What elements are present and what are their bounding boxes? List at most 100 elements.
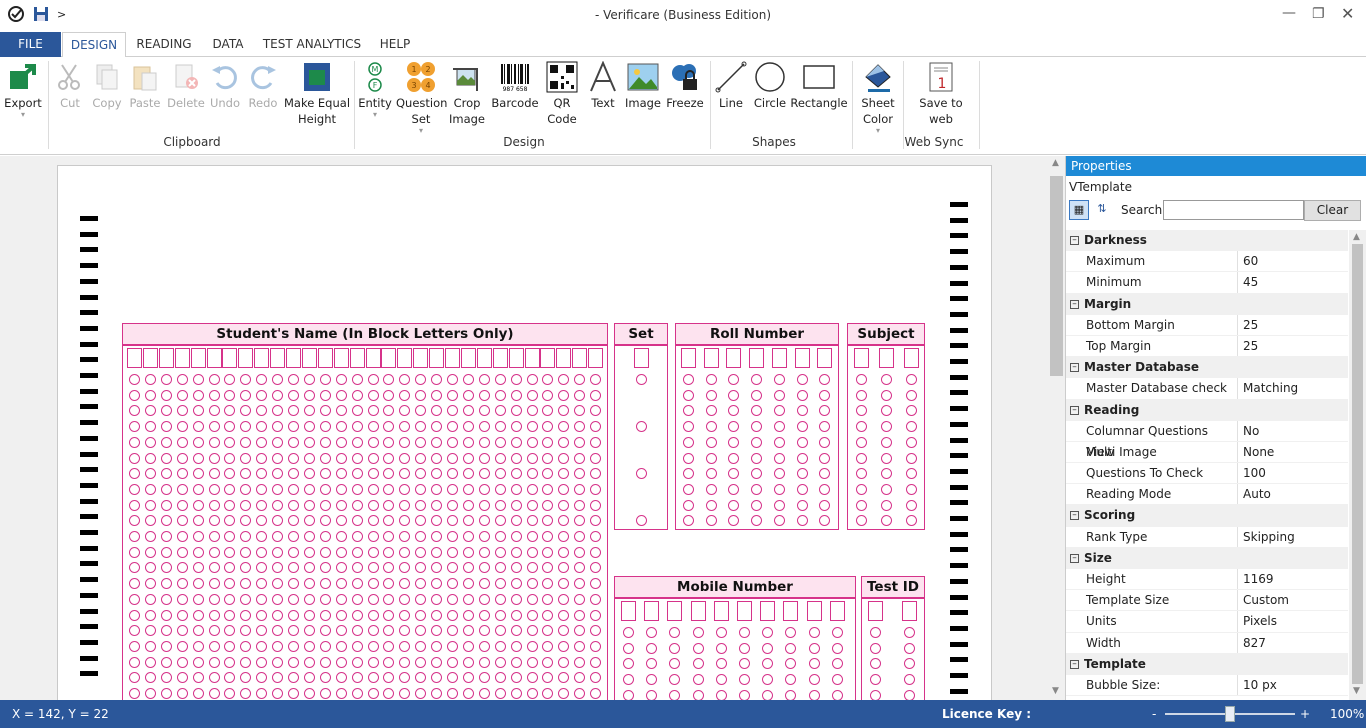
scroll-up-icon[interactable]: ▲ <box>1353 232 1360 242</box>
collapse-icon[interactable]: – <box>1070 659 1079 669</box>
property-value[interactable]: Custom <box>1243 590 1289 610</box>
freeze-button[interactable]: Freeze <box>664 61 706 111</box>
sheet-color-button[interactable]: Sheet Color ▾ <box>857 61 899 135</box>
paste-button[interactable]: Paste <box>126 61 164 111</box>
property-row[interactable]: Template Size Custom <box>1066 590 1348 612</box>
property-value[interactable]: None <box>1243 442 1274 462</box>
circle-button[interactable]: Circle <box>752 61 788 111</box>
property-category[interactable]: – Darkness <box>1066 230 1348 252</box>
property-row[interactable]: Rank Type Skipping <box>1066 526 1348 548</box>
property-row[interactable]: Units Pixels <box>1066 611 1348 633</box>
tab-test-analytics[interactable]: TEST ANALYTICS <box>258 32 366 57</box>
entity-button[interactable]: M F Entity ▾ <box>356 61 394 119</box>
copy-button[interactable]: Copy <box>89 61 125 111</box>
categorized-view-icon[interactable]: ▦ <box>1069 200 1089 220</box>
line-button[interactable]: Line <box>713 61 749 111</box>
property-row[interactable]: Width 827 <box>1066 632 1348 654</box>
property-row[interactable]: Questions To Check 100 <box>1066 463 1348 485</box>
property-grid-scrollbar[interactable]: ▲ ▼ <box>1349 230 1366 700</box>
tab-help[interactable]: HELP <box>372 32 418 57</box>
set-field-grid[interactable] <box>614 345 668 530</box>
zoom-slider[interactable] <box>1165 706 1295 722</box>
redo-button[interactable]: Redo <box>245 61 281 111</box>
property-value[interactable]: 60 <box>1243 251 1258 271</box>
property-value[interactable]: Skipping <box>1243 527 1295 547</box>
roll-number-header[interactable]: Roll Number <box>675 323 839 345</box>
property-row[interactable]: Reading Mode Auto <box>1066 484 1348 506</box>
scroll-down-icon[interactable]: ▼ <box>1353 686 1360 696</box>
collapse-icon[interactable]: – <box>1070 553 1079 563</box>
property-row[interactable]: Height 1169 <box>1066 569 1348 591</box>
question-set-button[interactable]: 1 2 3 4 Question Set ▾ <box>396 61 447 135</box>
property-value[interactable]: 45 <box>1243 272 1258 292</box>
text-button[interactable]: Text <box>587 61 619 111</box>
property-value[interactable]: 25 <box>1243 336 1258 356</box>
property-value[interactable]: Auto <box>1243 484 1271 504</box>
zoom-out-button[interactable]: - <box>1152 700 1156 728</box>
close-icon[interactable]: ✕ <box>1341 4 1354 23</box>
mobile-number-header[interactable]: Mobile Number <box>614 576 856 598</box>
set-field-header[interactable]: Set <box>614 323 668 345</box>
property-value[interactable]: 1169 <box>1243 569 1274 589</box>
property-value[interactable]: 10 px <box>1243 675 1277 695</box>
property-category[interactable]: – Scoring <box>1066 505 1348 527</box>
zoom-slider-thumb[interactable] <box>1225 706 1235 722</box>
collapse-icon[interactable]: – <box>1070 511 1079 521</box>
property-value[interactable]: Pixels <box>1243 611 1277 631</box>
property-row[interactable]: Maximum 60 <box>1066 251 1348 273</box>
property-row[interactable]: Minimum 45 <box>1066 272 1348 294</box>
design-canvas[interactable]: Student's Name (In Block Letters Only) S… <box>0 156 1048 700</box>
restore-icon[interactable]: ❐ <box>1312 6 1325 22</box>
property-row[interactable]: Multi Image None <box>1066 441 1348 464</box>
collapse-icon[interactable]: – <box>1070 363 1079 373</box>
property-value[interactable]: 25 <box>1243 315 1258 335</box>
property-row[interactable]: Columnar Questions View No <box>1066 420 1348 459</box>
name-field-header[interactable]: Student's Name (In Block Letters Only) <box>122 323 608 345</box>
property-row[interactable]: Bottom Margin 25 <box>1066 314 1348 336</box>
tab-design[interactable]: DESIGN <box>62 32 126 58</box>
rectangle-button[interactable]: Rectangle <box>790 61 848 111</box>
collapse-icon[interactable]: – <box>1070 405 1079 415</box>
property-value[interactable]: No <box>1243 421 1259 441</box>
image-button[interactable]: Image <box>624 61 662 111</box>
clear-button[interactable]: Clear <box>1304 200 1361 221</box>
property-row[interactable]: Master Database check Matching <box>1066 378 1348 400</box>
property-value[interactable]: Matching <box>1243 378 1298 398</box>
delete-button[interactable]: Delete <box>166 61 206 111</box>
canvas-scrollbar[interactable]: ▲ ▼ <box>1048 156 1065 700</box>
search-input[interactable] <box>1163 200 1304 220</box>
minimize-icon[interactable]: — <box>1282 5 1296 21</box>
scroll-up-icon[interactable]: ▲ <box>1052 158 1059 168</box>
omr-sheet[interactable]: Student's Name (In Block Letters Only) S… <box>57 165 992 700</box>
property-category[interactable]: – Size <box>1066 547 1348 569</box>
property-grid-scrollbar-thumb[interactable] <box>1352 244 1363 684</box>
qr-code-button[interactable]: QR Code <box>544 61 580 127</box>
property-row[interactable]: Bubble Size: 10 px <box>1066 674 1348 697</box>
make-equal-height-button[interactable]: Make Equal Height <box>283 61 351 127</box>
canvas-scrollbar-thumb[interactable] <box>1050 176 1063 376</box>
collapse-icon[interactable]: – <box>1070 236 1079 245</box>
property-value[interactable]: 827 <box>1243 633 1266 653</box>
barcode-button[interactable]: 987 658 Barcode <box>490 61 540 111</box>
property-category[interactable]: – Reading <box>1066 399 1348 421</box>
sort-alpha-icon[interactable]: ⇅ <box>1092 200 1112 220</box>
zoom-in-button[interactable]: + <box>1300 700 1310 728</box>
test-id-header[interactable]: Test ID <box>861 576 925 598</box>
save-to-web-button[interactable]: 1 Save to web <box>914 61 968 127</box>
export-button[interactable]: Export ▾ <box>2 61 44 119</box>
property-category[interactable]: – Margin <box>1066 293 1348 315</box>
tab-file[interactable]: FILE <box>0 32 61 57</box>
cut-button[interactable]: Cut <box>52 61 88 111</box>
crop-image-button[interactable]: Crop Image <box>448 61 486 127</box>
tab-data[interactable]: DATA <box>204 32 252 57</box>
property-value[interactable]: 100 <box>1243 463 1266 483</box>
property-category[interactable]: – Master Database <box>1066 357 1348 379</box>
property-row[interactable]: Top Margin 25 <box>1066 335 1348 358</box>
collapse-icon[interactable]: – <box>1070 299 1079 309</box>
name-bubble <box>351 593 363 605</box>
scroll-down-icon[interactable]: ▼ <box>1052 686 1059 696</box>
property-category[interactable]: – Template <box>1066 653 1348 675</box>
subject-header[interactable]: Subject <box>847 323 925 345</box>
undo-button[interactable]: Undo <box>207 61 243 111</box>
tab-reading[interactable]: READING <box>130 32 198 57</box>
